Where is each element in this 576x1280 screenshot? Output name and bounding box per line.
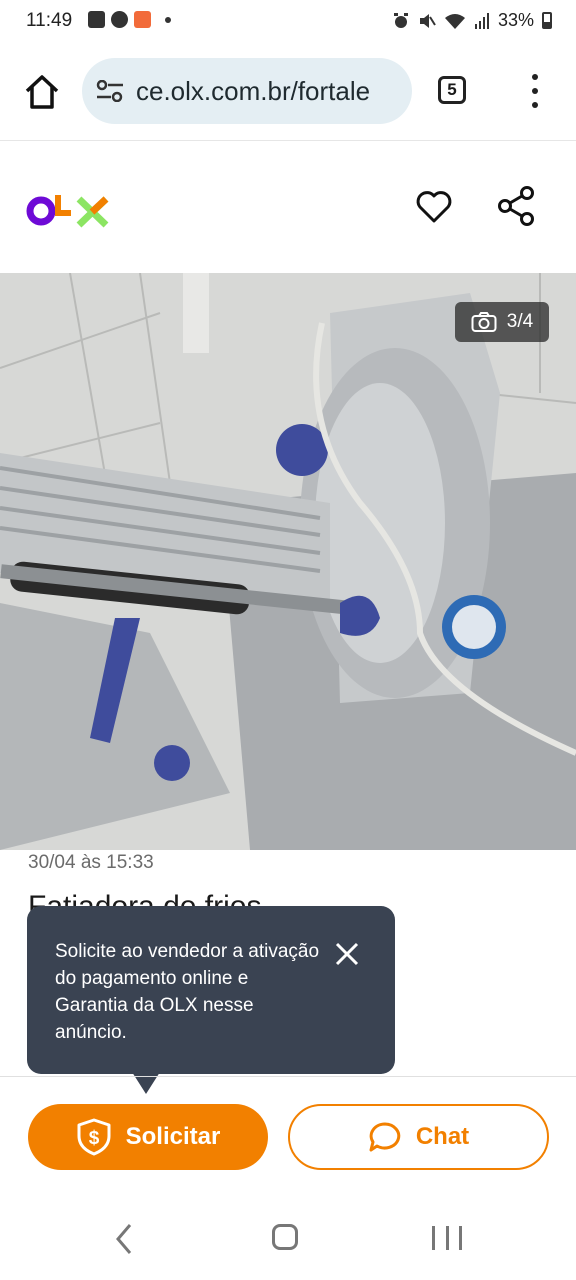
system-icons: 33% bbox=[392, 10, 552, 31]
status-bar: 11:49 33% bbox=[0, 0, 576, 44]
share-icon[interactable] bbox=[496, 185, 536, 227]
status-time: 11:49 bbox=[26, 10, 73, 31]
chat-bubble-icon bbox=[369, 1122, 401, 1152]
listing-date: 30/04 às 15:33 bbox=[28, 852, 154, 873]
chat-button[interactable]: Chat bbox=[288, 1104, 549, 1170]
favorite-heart-icon[interactable] bbox=[414, 187, 454, 227]
mute-icon bbox=[419, 13, 436, 28]
alarm-icon bbox=[393, 12, 408, 28]
home-icon[interactable] bbox=[22, 72, 62, 112]
solicitar-button[interactable]: $ Solicitar bbox=[28, 1104, 268, 1170]
wifi-icon bbox=[444, 13, 465, 29]
home-nav-icon[interactable] bbox=[272, 1224, 298, 1250]
meat-slicer-photo bbox=[0, 273, 576, 850]
site-header bbox=[0, 141, 576, 273]
photo-counter: 3/4 bbox=[455, 302, 549, 342]
browser-toolbar: ce.olx.com.br/fortale 5 bbox=[0, 44, 576, 141]
site-settings-icon[interactable] bbox=[96, 80, 124, 102]
camera-icon bbox=[471, 312, 497, 332]
recent-apps-icon[interactable] bbox=[432, 1226, 462, 1250]
solicitar-label: Solicitar bbox=[125, 1123, 221, 1150]
system-navigation-bar bbox=[0, 1196, 576, 1280]
battery-icon bbox=[542, 12, 552, 29]
shield-money-icon: $ bbox=[77, 1118, 111, 1156]
browser-menu-icon[interactable] bbox=[528, 74, 542, 108]
battery-percent: 33% bbox=[497, 10, 534, 30]
divider bbox=[0, 1076, 576, 1077]
tab-switcher-button[interactable]: 5 bbox=[438, 76, 466, 104]
more-notifications-icon bbox=[165, 16, 171, 23]
address-bar[interactable]: ce.olx.com.br/fortale bbox=[82, 58, 412, 124]
chat-bubble-icon bbox=[111, 11, 128, 28]
app-notification-icon bbox=[134, 11, 151, 28]
payment-tooltip: Solicite ao vendedor a ativação do pagam… bbox=[27, 906, 395, 1074]
svg-text:$: $ bbox=[88, 1128, 99, 1149]
photo-counter-text: 3/4 bbox=[506, 311, 534, 332]
tooltip-text: Solicite ao vendedor a ativação do pagam… bbox=[55, 941, 320, 1043]
url-text[interactable]: ce.olx.com.br/fortale bbox=[136, 76, 370, 107]
signal-icon bbox=[474, 12, 489, 29]
olx-logo[interactable] bbox=[26, 187, 112, 229]
notification-icons bbox=[88, 11, 171, 28]
product-photo[interactable] bbox=[0, 273, 576, 850]
close-icon[interactable] bbox=[335, 942, 359, 966]
back-icon[interactable] bbox=[112, 1222, 136, 1256]
gallery-icon bbox=[88, 11, 105, 28]
chat-label: Chat bbox=[415, 1123, 470, 1150]
